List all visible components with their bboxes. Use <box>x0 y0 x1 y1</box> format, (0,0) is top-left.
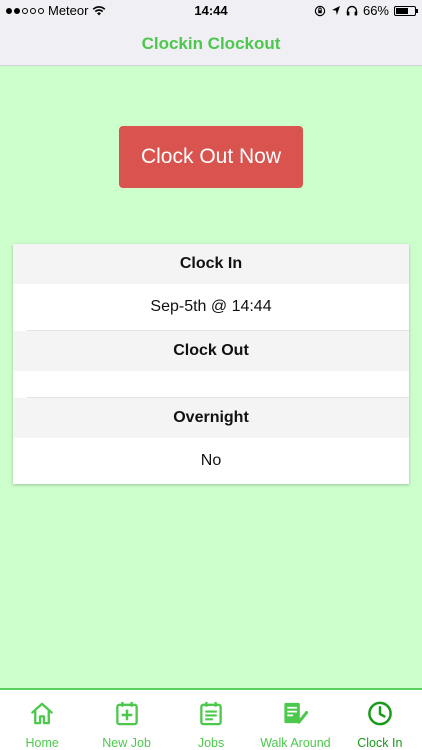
location-icon <box>331 6 340 15</box>
battery-icon <box>394 5 418 16</box>
overnight-header: Overnight <box>13 398 409 438</box>
clock-icon <box>367 701 392 726</box>
nav-bar: Clockin Clockout <box>0 22 422 66</box>
home-icon <box>31 702 54 725</box>
clock-summary-card: Clock In Sep-5th @ 14:44 Clock Out Overn… <box>13 244 409 484</box>
clock-out-button[interactable]: Clock Out Now <box>119 126 303 188</box>
overnight-value: No <box>13 438 409 484</box>
tab-label: Home <box>25 736 59 750</box>
headphones-icon <box>346 5 358 16</box>
status-bar: Meteor 14:44 66% <box>0 0 422 22</box>
clock-out-header: Clock Out <box>13 331 409 371</box>
page-title: Clockin Clockout <box>141 33 281 53</box>
orientation-lock-icon <box>314 5 326 16</box>
battery-percent: 66% <box>362 3 389 18</box>
clock-in-header: Clock In <box>13 244 409 284</box>
checklist-icon <box>284 702 309 724</box>
status-right: 66% <box>314 3 418 18</box>
tab-jobs[interactable]: Jobs <box>169 690 253 750</box>
tab-label: Clock In <box>357 736 403 750</box>
add-box-icon <box>115 701 138 726</box>
tab-label: Jobs <box>197 736 225 750</box>
tab-bar: Home New Job Jobs Walk Around Clock In <box>0 688 422 750</box>
clock-out-value <box>13 371 409 397</box>
tab-new-job[interactable]: New Job <box>84 690 168 750</box>
tab-walk-around[interactable]: Walk Around <box>253 690 337 750</box>
list-icon <box>200 701 222 726</box>
tab-home[interactable]: Home <box>0 690 84 750</box>
tab-clock-in[interactable]: Clock In <box>338 690 422 750</box>
tab-label: Walk Around <box>260 736 331 750</box>
clock-in-value: Sep-5th @ 14:44 <box>13 284 409 330</box>
tab-label: New Job <box>102 736 151 750</box>
